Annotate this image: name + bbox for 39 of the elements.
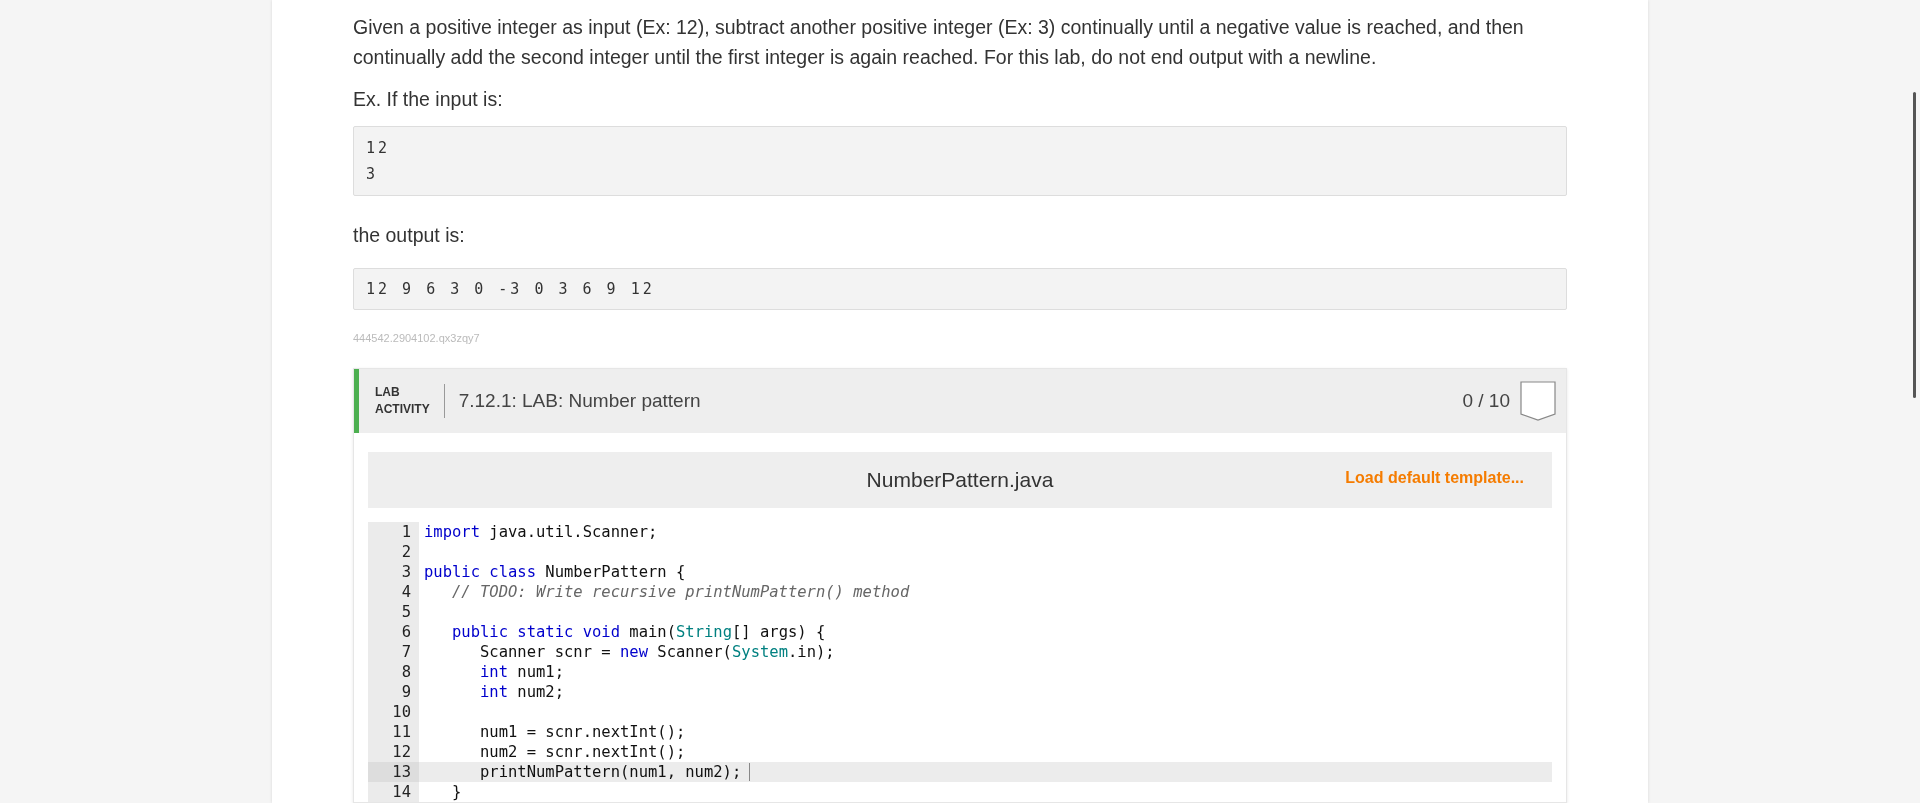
code-line: printNumPattern(num1, num2); [479, 762, 742, 782]
code-line: public class NumberPattern { [424, 562, 686, 582]
line-number: 12 [368, 742, 419, 762]
line-number: 11 [368, 722, 419, 742]
code-line: // TODO: Write recursive printNumPattern() method [451, 582, 910, 602]
line-number: 2 [368, 542, 419, 562]
example-input-block: 12 3 [353, 126, 1567, 196]
file-name: NumberPattern.java [866, 468, 1054, 492]
line-number: 13 [368, 762, 419, 782]
line-number: 6 [368, 622, 419, 642]
code-line: import java.util.Scanner; [424, 522, 658, 542]
score-text: 0 / 10 [1462, 390, 1510, 412]
instruction-text: Given a positive integer as input (Ex: 12), subtract another positive integer (Ex: 3) continually until a negative value is reached, and then continually add the second integer until the first integer is again reached. For this lab, do not end output with a newline. [353, 15, 1525, 70]
code-line: Scanner scnr = new Scanner(System.in); [479, 642, 835, 662]
code-line: num2 = scnr.nextInt(); [479, 742, 686, 762]
line-number: 3 [368, 562, 419, 582]
code-line: } [451, 782, 462, 802]
lab-title: 7.12.1: LAB: Number pattern [458, 390, 702, 412]
text-cursor [749, 763, 751, 781]
example-output-block: 12 9 6 3 0 -3 0 3 6 9 12 [353, 268, 1567, 310]
line-number: 4 [368, 582, 419, 602]
lab-activity-label: LAB ACTIVITY [375, 384, 445, 418]
instruction-text: Ex. If the input is: [353, 87, 504, 112]
line-number: 7 [368, 642, 419, 662]
line-number: 14 [368, 782, 419, 802]
badge-icon [1520, 381, 1556, 421]
code-line: public static void main(String[] args) { [451, 622, 826, 642]
scrollbar[interactable] [1913, 92, 1916, 398]
line-number: 1 [368, 522, 419, 542]
code-line: int num1; [479, 662, 564, 682]
code-line: num1 = scnr.nextInt(); [479, 722, 686, 742]
reference-id: 444542.2904102.qx3zqy7 [353, 332, 481, 344]
line-number: 9 [368, 682, 419, 702]
code-line: int num2; [479, 682, 564, 702]
instruction-text: the output is: [353, 223, 466, 248]
load-template-link[interactable]: Load default template... [1345, 469, 1524, 487]
line-number: 5 [368, 602, 419, 622]
line-number: 8 [368, 662, 419, 682]
line-number: 10 [368, 702, 419, 722]
